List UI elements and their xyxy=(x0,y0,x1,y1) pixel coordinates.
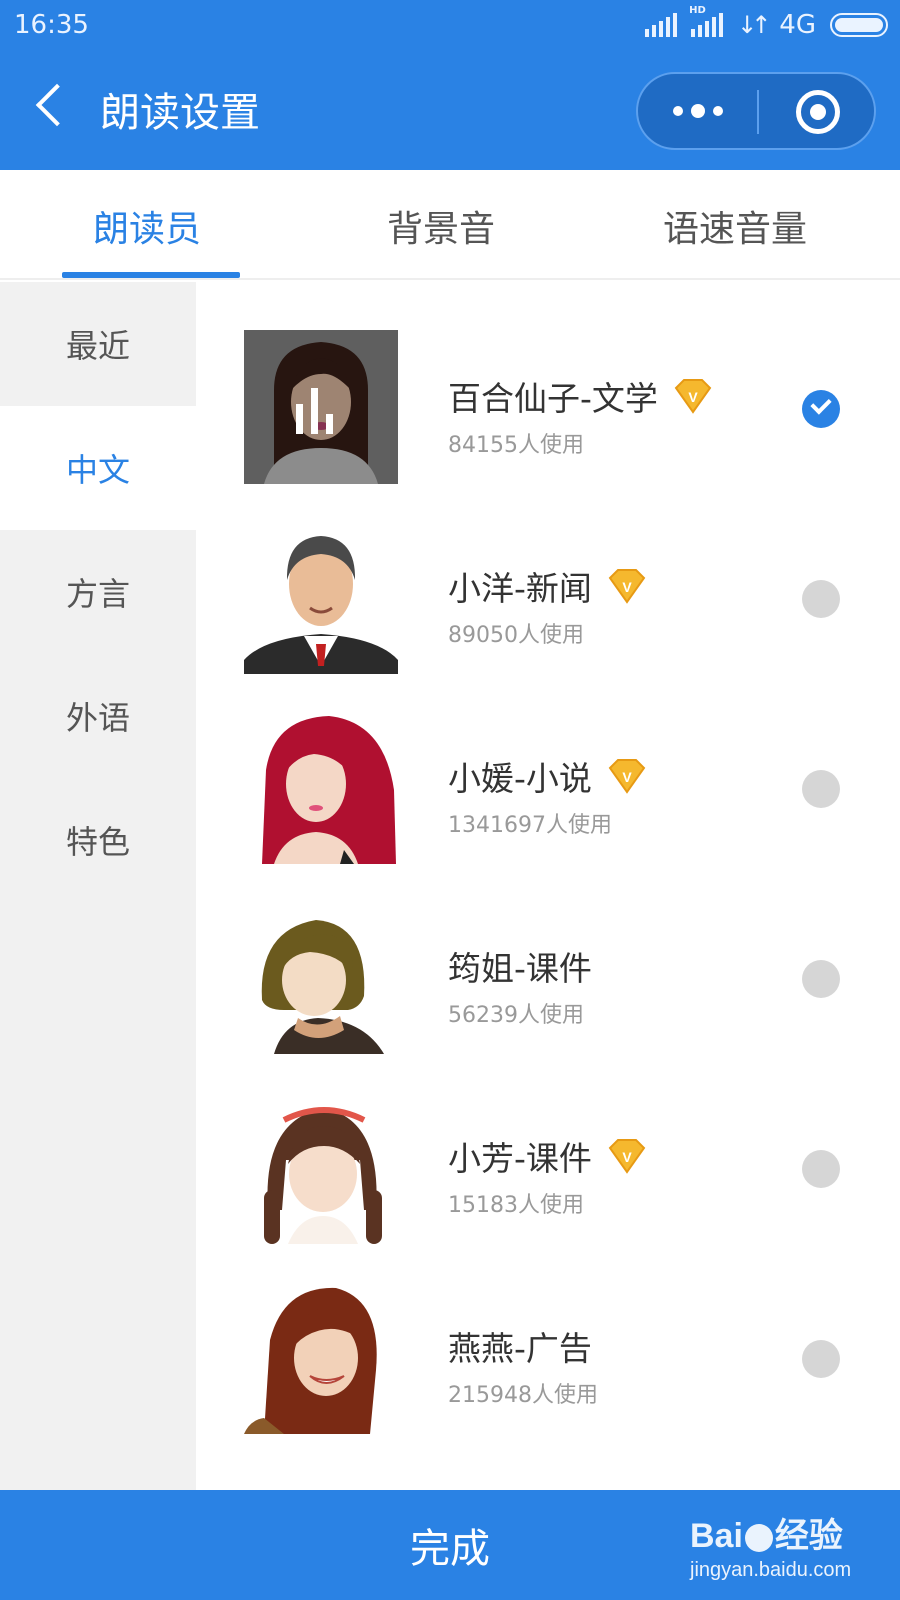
tab-background-music[interactable]: 背景音 xyxy=(321,200,561,252)
signal-icon xyxy=(645,13,678,37)
bottom-bar: 完成 Bai 经验 jingyan.baidu.com xyxy=(0,1490,900,1600)
sidebar-item-chinese[interactable]: 中文 xyxy=(0,406,196,530)
watermark-url: jingyan.baidu.com xyxy=(690,1559,852,1581)
voice-usage: 84155人使用 xyxy=(448,433,584,458)
vip-badge-icon: V xyxy=(608,1139,646,1174)
voice-name: 燕燕-广告 xyxy=(448,1329,592,1368)
header: 16:35 HD ↓↑ 4G 朗读设置 xyxy=(0,0,900,170)
voice-usage: 1341697人使用 xyxy=(448,813,612,838)
nav-bar: 朗读设置 xyxy=(0,52,900,170)
tab-bar: 朗读员 背景音 语速音量 xyxy=(0,170,900,280)
vip-badge-icon: V xyxy=(608,569,646,604)
active-tab-indicator xyxy=(62,272,240,278)
category-sidebar: 最近 中文 方言 外语 特色 xyxy=(0,282,196,1490)
voice-list: 百合仙子-文学 V 84155人使用 小洋-新闻 V 89050人使用 小媛-小… xyxy=(196,282,900,1490)
voice-avatar[interactable] xyxy=(244,1470,398,1490)
status-bar: 16:35 HD ↓↑ 4G xyxy=(0,0,900,52)
more-dots-icon[interactable] xyxy=(638,74,757,148)
voice-usage: 215948人使用 xyxy=(448,1383,598,1408)
vip-badge-icon: V xyxy=(674,379,712,414)
done-button[interactable]: 完成 xyxy=(350,1516,550,1574)
voice-avatar[interactable] xyxy=(244,900,398,1054)
page-title: 朗读设置 xyxy=(100,90,260,136)
status-indicators: HD ↓↑ 4G xyxy=(645,5,888,40)
voice-item[interactable]: 小洋-新闻 V 89050人使用 xyxy=(196,472,900,674)
voice-avatar[interactable] xyxy=(244,520,398,674)
voice-avatar[interactable] xyxy=(244,710,398,864)
audio-wave-icon xyxy=(296,388,333,434)
sidebar-item-dialect[interactable]: 方言 xyxy=(0,530,196,654)
voice-name: 筠姐-课件 xyxy=(448,949,592,988)
hd-signal-icon: HD xyxy=(689,5,724,37)
voice-item[interactable]: 筠姐-课件 56239人使用 xyxy=(196,852,900,1054)
voice-name: 小洋-新闻 xyxy=(448,569,592,608)
sidebar-item-recent[interactable]: 最近 xyxy=(0,282,196,406)
voice-item[interactable]: 百合仙子-文学 V 84155人使用 xyxy=(196,282,900,484)
capsule-divider xyxy=(757,90,759,134)
voice-avatar[interactable] xyxy=(244,1090,398,1244)
svg-text:V: V xyxy=(622,1149,632,1165)
baidu-paw-icon xyxy=(744,1524,773,1553)
playing-overlay xyxy=(244,330,398,484)
sidebar-item-special[interactable]: 特色 xyxy=(0,778,196,902)
svg-text:V: V xyxy=(622,579,632,595)
voice-avatar[interactable] xyxy=(244,1280,398,1434)
voice-select-radio[interactable] xyxy=(802,580,840,618)
voice-usage: 56239人使用 xyxy=(448,1003,584,1028)
watermark-brand-a: Bai xyxy=(690,1517,743,1555)
voice-item-partial[interactable] xyxy=(196,1422,900,1490)
vip-badge-icon: V xyxy=(608,759,646,794)
watermark-brand-b: 经验 xyxy=(774,1517,843,1555)
battery-icon xyxy=(830,13,888,37)
voice-name: 小芳-课件 xyxy=(448,1139,592,1178)
voice-select-radio[interactable] xyxy=(802,1340,840,1378)
voice-select-radio[interactable] xyxy=(802,1150,840,1188)
voice-avatar[interactable] xyxy=(244,330,398,484)
voice-select-radio[interactable] xyxy=(802,390,840,428)
network-type: 4G xyxy=(779,10,816,40)
record-target-icon[interactable] xyxy=(796,90,840,134)
data-transfer-icon: ↓↑ xyxy=(737,11,771,39)
svg-text:V: V xyxy=(622,769,632,785)
baidu-jingyan-watermark: Bai 经验 jingyan.baidu.com xyxy=(690,1508,851,1582)
voice-select-radio[interactable] xyxy=(802,770,840,808)
hd-label: HD xyxy=(689,5,706,16)
tab-speed-volume[interactable]: 语速音量 xyxy=(615,200,855,252)
miniprogram-capsule xyxy=(636,72,876,150)
voice-name: 小媛-小说 xyxy=(448,759,592,798)
sidebar-item-foreign[interactable]: 外语 xyxy=(0,654,196,778)
svg-text:V: V xyxy=(688,389,698,405)
voice-usage: 89050人使用 xyxy=(448,623,584,648)
voice-select-radio[interactable] xyxy=(802,960,840,998)
voice-item[interactable]: 小媛-小说 V 1341697人使用 xyxy=(196,662,900,864)
voice-usage: 15183人使用 xyxy=(448,1193,584,1218)
tab-reader[interactable]: 朗读员 xyxy=(27,200,267,252)
voice-name: 百合仙子-文学 xyxy=(448,379,658,418)
voice-item[interactable]: 燕燕-广告 215948人使用 xyxy=(196,1232,900,1434)
status-time: 16:35 xyxy=(14,10,89,40)
voice-item[interactable]: 小芳-课件 V 15183人使用 xyxy=(196,1042,900,1244)
chevron-left-icon[interactable] xyxy=(30,80,70,136)
